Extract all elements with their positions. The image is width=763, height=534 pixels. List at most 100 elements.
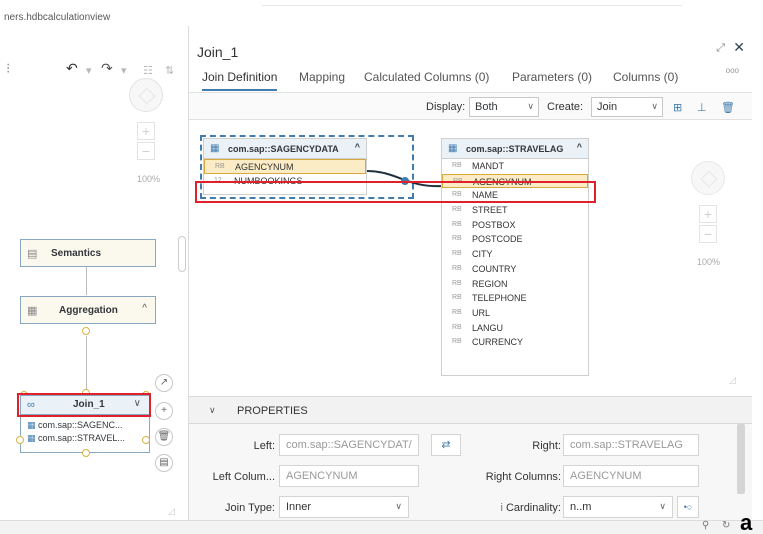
- chevron-down-icon: ∨: [651, 101, 658, 111]
- redo-icon[interactable]: ↷: [101, 60, 113, 77]
- zoom-level: 100%: [137, 174, 161, 184]
- properties-scrollbar[interactable]: [737, 424, 745, 494]
- close-icon[interactable]: ✕: [733, 39, 745, 56]
- left-table-header[interactable]: ▦ com.sap::SAGENCYDATA ^: [204, 139, 366, 159]
- drag-dots-icon: ⁝: [6, 60, 11, 76]
- tab-join-definition[interactable]: Join Definition: [202, 70, 278, 91]
- table-column[interactable]: RB AGENCYNUM: [204, 159, 366, 174]
- join-port[interactable]: [16, 436, 24, 444]
- create-select[interactable]: Join ∨: [591, 97, 663, 117]
- expand-icon[interactable]: ⤢: [716, 42, 725, 55]
- add-node-icon[interactable]: +: [155, 402, 173, 420]
- tab-calculated-columns[interactable]: Calculated Columns (0): [364, 70, 489, 84]
- table-column[interactable]: RB POSTBOX: [442, 218, 588, 233]
- column-type: RB: [452, 250, 462, 258]
- redo-dropdown-icon[interactable]: ▾: [121, 64, 127, 77]
- column-name: REGION: [472, 278, 508, 289]
- delete-node-icon[interactable]: 🗑: [155, 428, 173, 446]
- propose-cardinality-button[interactable]: •○: [677, 496, 699, 518]
- auto-layout-icon[interactable]: ⇅: [165, 64, 174, 77]
- join-port[interactable]: [142, 436, 150, 444]
- swap-button[interactable]: ⇄: [431, 434, 461, 456]
- column-type: RB: [452, 235, 462, 243]
- properties-body: Left: com.sap::SAGENCYDAT/ ⇄ Right: com.…: [189, 424, 752, 520]
- right-columns-value: AGENCYNUM: [570, 470, 642, 482]
- delete-icon[interactable]: 🗑: [721, 101, 735, 114]
- table-column[interactable]: RB REGION: [442, 277, 588, 292]
- chevron-down-icon: ∨: [395, 501, 402, 511]
- table-icon: ▦: [210, 143, 220, 154]
- right-source-field[interactable]: com.sap::STRAVELAG: [563, 434, 699, 456]
- left-label: Left:: [253, 440, 275, 452]
- table-column[interactable]: RB MANDT: [442, 159, 588, 174]
- table-column[interactable]: RB TELEPHONE: [442, 291, 588, 306]
- table-column[interactable]: RB CITY: [442, 247, 588, 262]
- column-name: POSTCODE: [472, 234, 523, 245]
- right-label: Right:: [532, 440, 561, 452]
- pan-navigator-icon[interactable]: [691, 161, 725, 195]
- refresh-icon[interactable]: ↻: [722, 520, 730, 531]
- join-type-value: Inner: [286, 501, 312, 513]
- splitter-handle[interactable]: [178, 236, 186, 272]
- left-columns-value: AGENCYNUM: [286, 470, 358, 482]
- info-node-icon[interactable]: ▤: [155, 454, 173, 472]
- aggregation-node[interactable]: ▦ Aggregation ^: [20, 296, 156, 324]
- table-column[interactable]: RB POSTCODE: [442, 232, 588, 247]
- column-type: RB: [452, 294, 462, 302]
- problems-icon[interactable]: ⚲: [702, 520, 709, 531]
- table-icon: ▦: [27, 433, 36, 443]
- column-name: STREET: [472, 205, 508, 216]
- more-tabs-icon[interactable]: ooo: [726, 66, 739, 75]
- table-column[interactable]: RB URL: [442, 306, 588, 321]
- right-table-header[interactable]: ▦ com.sap::STRAVELAG ^: [442, 139, 588, 159]
- join-type-select[interactable]: Inner ∨: [279, 496, 409, 518]
- resize-corner-icon: ◿: [168, 506, 175, 516]
- tab-mapping[interactable]: Mapping: [299, 70, 345, 84]
- chevron-down-icon[interactable]: ∨: [209, 405, 216, 416]
- undo-dropdown-icon[interactable]: ▾: [86, 64, 92, 77]
- connector-line: [86, 336, 87, 392]
- table-column[interactable]: RB STREET: [442, 203, 588, 218]
- left-table-name: com.sap::SAGENCYDATA: [228, 144, 339, 154]
- chevron-up-icon[interactable]: ^: [577, 142, 582, 152]
- join-port[interactable]: [82, 449, 90, 457]
- chevron-up-icon[interactable]: ^: [355, 142, 360, 152]
- column-name: MANDT: [472, 161, 504, 171]
- properties-header[interactable]: ∨ PROPERTIES: [189, 396, 752, 424]
- join-editor-panel: Join_1 ⤢ ✕ Join Definition Mapping Calcu…: [188, 26, 752, 520]
- create-value: Join: [597, 101, 618, 113]
- right-table[interactable]: ▦ com.sap::STRAVELAG ^ RB MANDT RB AGENCYNU…: [441, 138, 589, 376]
- chevron-down-icon: ∨: [659, 501, 666, 511]
- display-toolbar: Display: Both ∨ Create: Join ∨ ⊞ ⊥ 🗑: [189, 92, 752, 120]
- column-type: RB: [452, 162, 462, 169]
- column-type: RB: [452, 338, 462, 346]
- cardinality-label-text: Cardinality:: [505, 502, 561, 514]
- corner-label: a: [740, 510, 753, 534]
- layout-icon[interactable]: ☷: [143, 64, 153, 77]
- chevron-up-icon[interactable]: ^: [142, 303, 147, 314]
- tab-columns[interactable]: Columns (0): [613, 70, 678, 84]
- table-column[interactable]: RB CURRENCY: [442, 335, 588, 350]
- join-layout-icon[interactable]: ⊞: [673, 101, 682, 114]
- zoom-out-button[interactable]: −: [137, 142, 155, 160]
- display-select[interactable]: Both ∨: [469, 97, 539, 117]
- left-source-field[interactable]: com.sap::SAGENCYDAT/: [279, 434, 419, 456]
- aggregation-port[interactable]: [82, 327, 90, 335]
- cardinality-select[interactable]: n..m ∨: [563, 496, 673, 518]
- pan-navigator-icon[interactable]: [129, 78, 163, 112]
- hierarchy-icon[interactable]: ⊥: [697, 101, 707, 114]
- tab-parameters[interactable]: Parameters (0): [512, 70, 592, 84]
- table-column[interactable]: RB LANGU: [442, 321, 588, 336]
- zoom-out-button[interactable]: −: [699, 225, 717, 243]
- right-columns-field[interactable]: AGENCYNUM: [563, 465, 699, 487]
- join-type-label: Join Type:: [225, 502, 275, 514]
- zoom-in-button[interactable]: +: [137, 122, 155, 140]
- undo-icon[interactable]: ↶: [66, 60, 78, 77]
- zoom-in-button[interactable]: +: [699, 205, 717, 223]
- column-name: TELEPHONE: [472, 293, 527, 304]
- left-columns-field[interactable]: AGENCYNUM: [279, 465, 419, 487]
- table-column[interactable]: RB COUNTRY: [442, 262, 588, 277]
- connect-arrow-icon[interactable]: ↗: [155, 374, 173, 392]
- semantics-node[interactable]: ▤ Semantics: [20, 239, 156, 267]
- chevron-down-icon: ∨: [527, 101, 534, 111]
